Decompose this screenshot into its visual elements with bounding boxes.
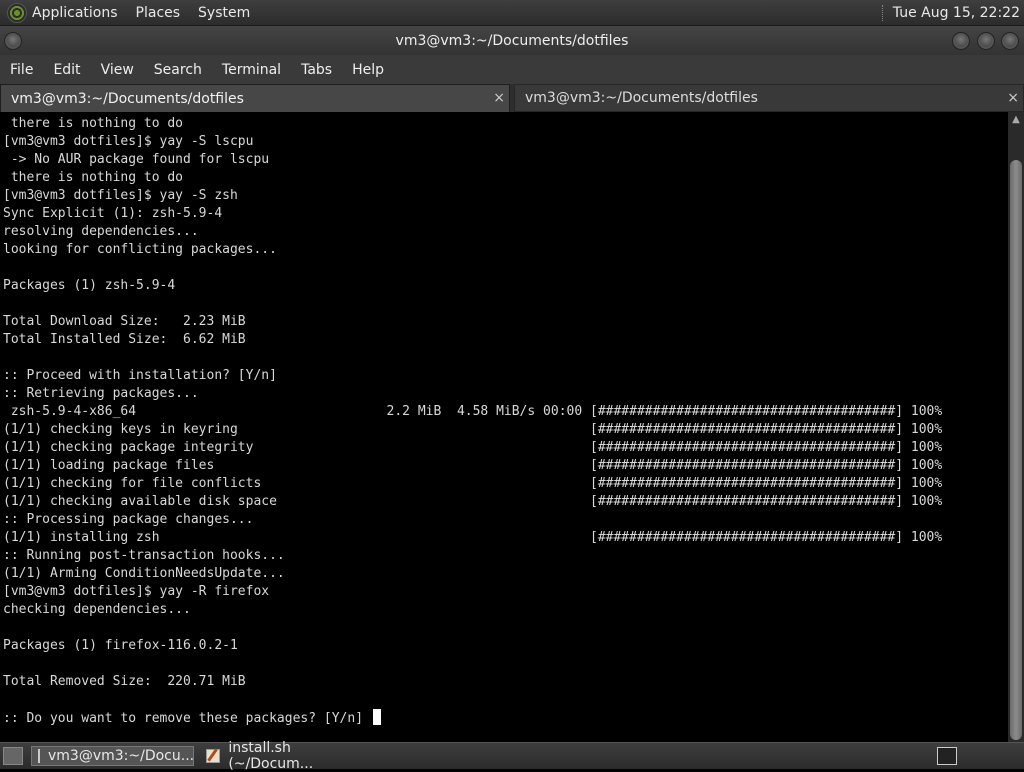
terminal-line: -> No AUR package found for lscpu [3, 152, 270, 167]
terminal-line: :: Processing package changes... [3, 512, 254, 527]
terminal-line: (1/1) Arming ConditionNeedsUpdate... [3, 566, 285, 581]
tab-2[interactable]: vm3@vm3:~/Documents/dotfiles × [514, 84, 1024, 112]
terminal-output[interactable]: there is nothing to do [vm3@vm3 dotfiles]… [0, 112, 1008, 742]
terminal-cursor [372, 709, 381, 725]
menubar: File Edit View Search Terminal Tabs Help [0, 55, 1024, 84]
tab-label: vm3@vm3:~/Documents/dotfiles [525, 90, 758, 106]
taskbar-item-editor[interactable]: install.sh (~/Docum... [200, 740, 370, 772]
tab-close-icon[interactable]: × [1007, 90, 1019, 106]
terminal-line: Total Download Size: 2.23 MiB [3, 314, 246, 329]
terminal-lines: there is nothing to do [vm3@vm3 dotfiles]… [0, 112, 1008, 727]
terminal-line: (1/1) checking available disk space [###… [3, 494, 943, 509]
terminal-line: Total Removed Size: 220.71 MiB [3, 674, 246, 689]
maximize-button[interactable] [977, 32, 995, 50]
minimize-button[interactable] [952, 32, 970, 50]
terminal-line: [vm3@vm3 dotfiles]$ yay -S lscpu [3, 134, 254, 149]
terminal-line: :: Do you want to remove these packages?… [3, 709, 1008, 727]
tray-terminal-icon[interactable] [937, 747, 957, 765]
taskbar-item-terminal[interactable]: vm3@vm3:~/Docu... [31, 746, 194, 766]
system-menu[interactable]: System [198, 5, 250, 21]
terminal-line: there is nothing to do [3, 170, 184, 185]
terminal-line: (1/1) installing zsh [##################… [3, 530, 943, 545]
menu-edit[interactable]: Edit [43, 62, 90, 78]
distro-logo-icon[interactable] [7, 2, 27, 23]
terminal-line: Packages (1) firefox-116.0.2-1 [3, 638, 238, 653]
top-panel: Applications Places System Tue Aug 15, 2… [0, 0, 1024, 26]
window-menu-button[interactable] [4, 32, 22, 50]
terminal-line: there is nothing to do [3, 116, 184, 131]
places-menu[interactable]: Places [136, 5, 181, 21]
menu-file[interactable]: File [0, 62, 43, 78]
terminal-line: Sync Explicit (1): zsh-5.9-4 [3, 206, 223, 221]
bottom-panel: vm3@vm3:~/Docu... install.sh (~/Docum... [0, 740, 1024, 772]
terminal-line: resolving dependencies... [3, 224, 199, 239]
menu-tabs[interactable]: Tabs [291, 62, 342, 78]
terminal-line: Total Installed Size: 6.62 MiB [3, 332, 246, 347]
panel-separator [881, 4, 885, 21]
terminal-line: :: Proceed with installation? [Y/n] [3, 368, 277, 383]
terminal-line: (1/1) checking keys in keyring [########… [3, 422, 943, 437]
menu-view[interactable]: View [91, 62, 144, 78]
menu-search[interactable]: Search [144, 62, 212, 78]
terminal-line: Packages (1) zsh-5.9-4 [3, 278, 176, 293]
close-window-button[interactable] [1001, 32, 1019, 50]
terminal-line: (1/1) loading package files [###########… [3, 458, 943, 473]
vertical-scrollbar[interactable]: ▲ [1008, 112, 1024, 742]
applications-menu[interactable]: Applications [32, 5, 118, 21]
terminal-icon [38, 749, 40, 763]
terminal-line: checking dependencies... [3, 602, 191, 617]
taskbar-item-label: install.sh (~/Docum... [228, 740, 314, 772]
terminal-line: (1/1) checking for file conflicts [#####… [3, 476, 943, 491]
window-titlebar[interactable]: vm3@vm3:~/Documents/dotfiles [0, 26, 1024, 55]
terminal-line: :: Retrieving packages... [3, 386, 199, 401]
menu-terminal[interactable]: Terminal [212, 62, 291, 78]
terminal-line: zsh-5.9-4-x86_64 2.2 MiB 4.58 MiB/s 00:0… [3, 404, 943, 419]
taskbar-item-label: vm3@vm3:~/Docu... [48, 748, 195, 764]
text-editor-icon [206, 749, 221, 763]
menu-help[interactable]: Help [342, 62, 394, 78]
show-desktop-icon[interactable] [3, 747, 23, 765]
terminal-line: :: Running post-transaction hooks... [3, 548, 285, 563]
terminal-line: [vm3@vm3 dotfiles]$ yay -S zsh [3, 188, 238, 203]
terminal-line: looking for conflicting packages... [3, 242, 277, 257]
tab-bar: vm3@vm3:~/Documents/dotfiles × vm3@vm3:~… [0, 84, 1024, 112]
terminal-line: [vm3@vm3 dotfiles]$ yay -R firefox [3, 584, 270, 599]
tab-close-icon[interactable]: × [493, 90, 505, 106]
window-title: vm3@vm3:~/Documents/dotfiles [395, 32, 629, 49]
terminal-line: (1/1) checking package integrity [######… [3, 440, 943, 455]
clock[interactable]: Tue Aug 15, 22:22 [893, 5, 1020, 21]
tab-1[interactable]: vm3@vm3:~/Documents/dotfiles × [0, 84, 510, 112]
tab-label: vm3@vm3:~/Documents/dotfiles [11, 90, 244, 107]
scrollbar-thumb[interactable] [1010, 160, 1022, 740]
scroll-up-icon[interactable]: ▲ [1010, 114, 1022, 126]
